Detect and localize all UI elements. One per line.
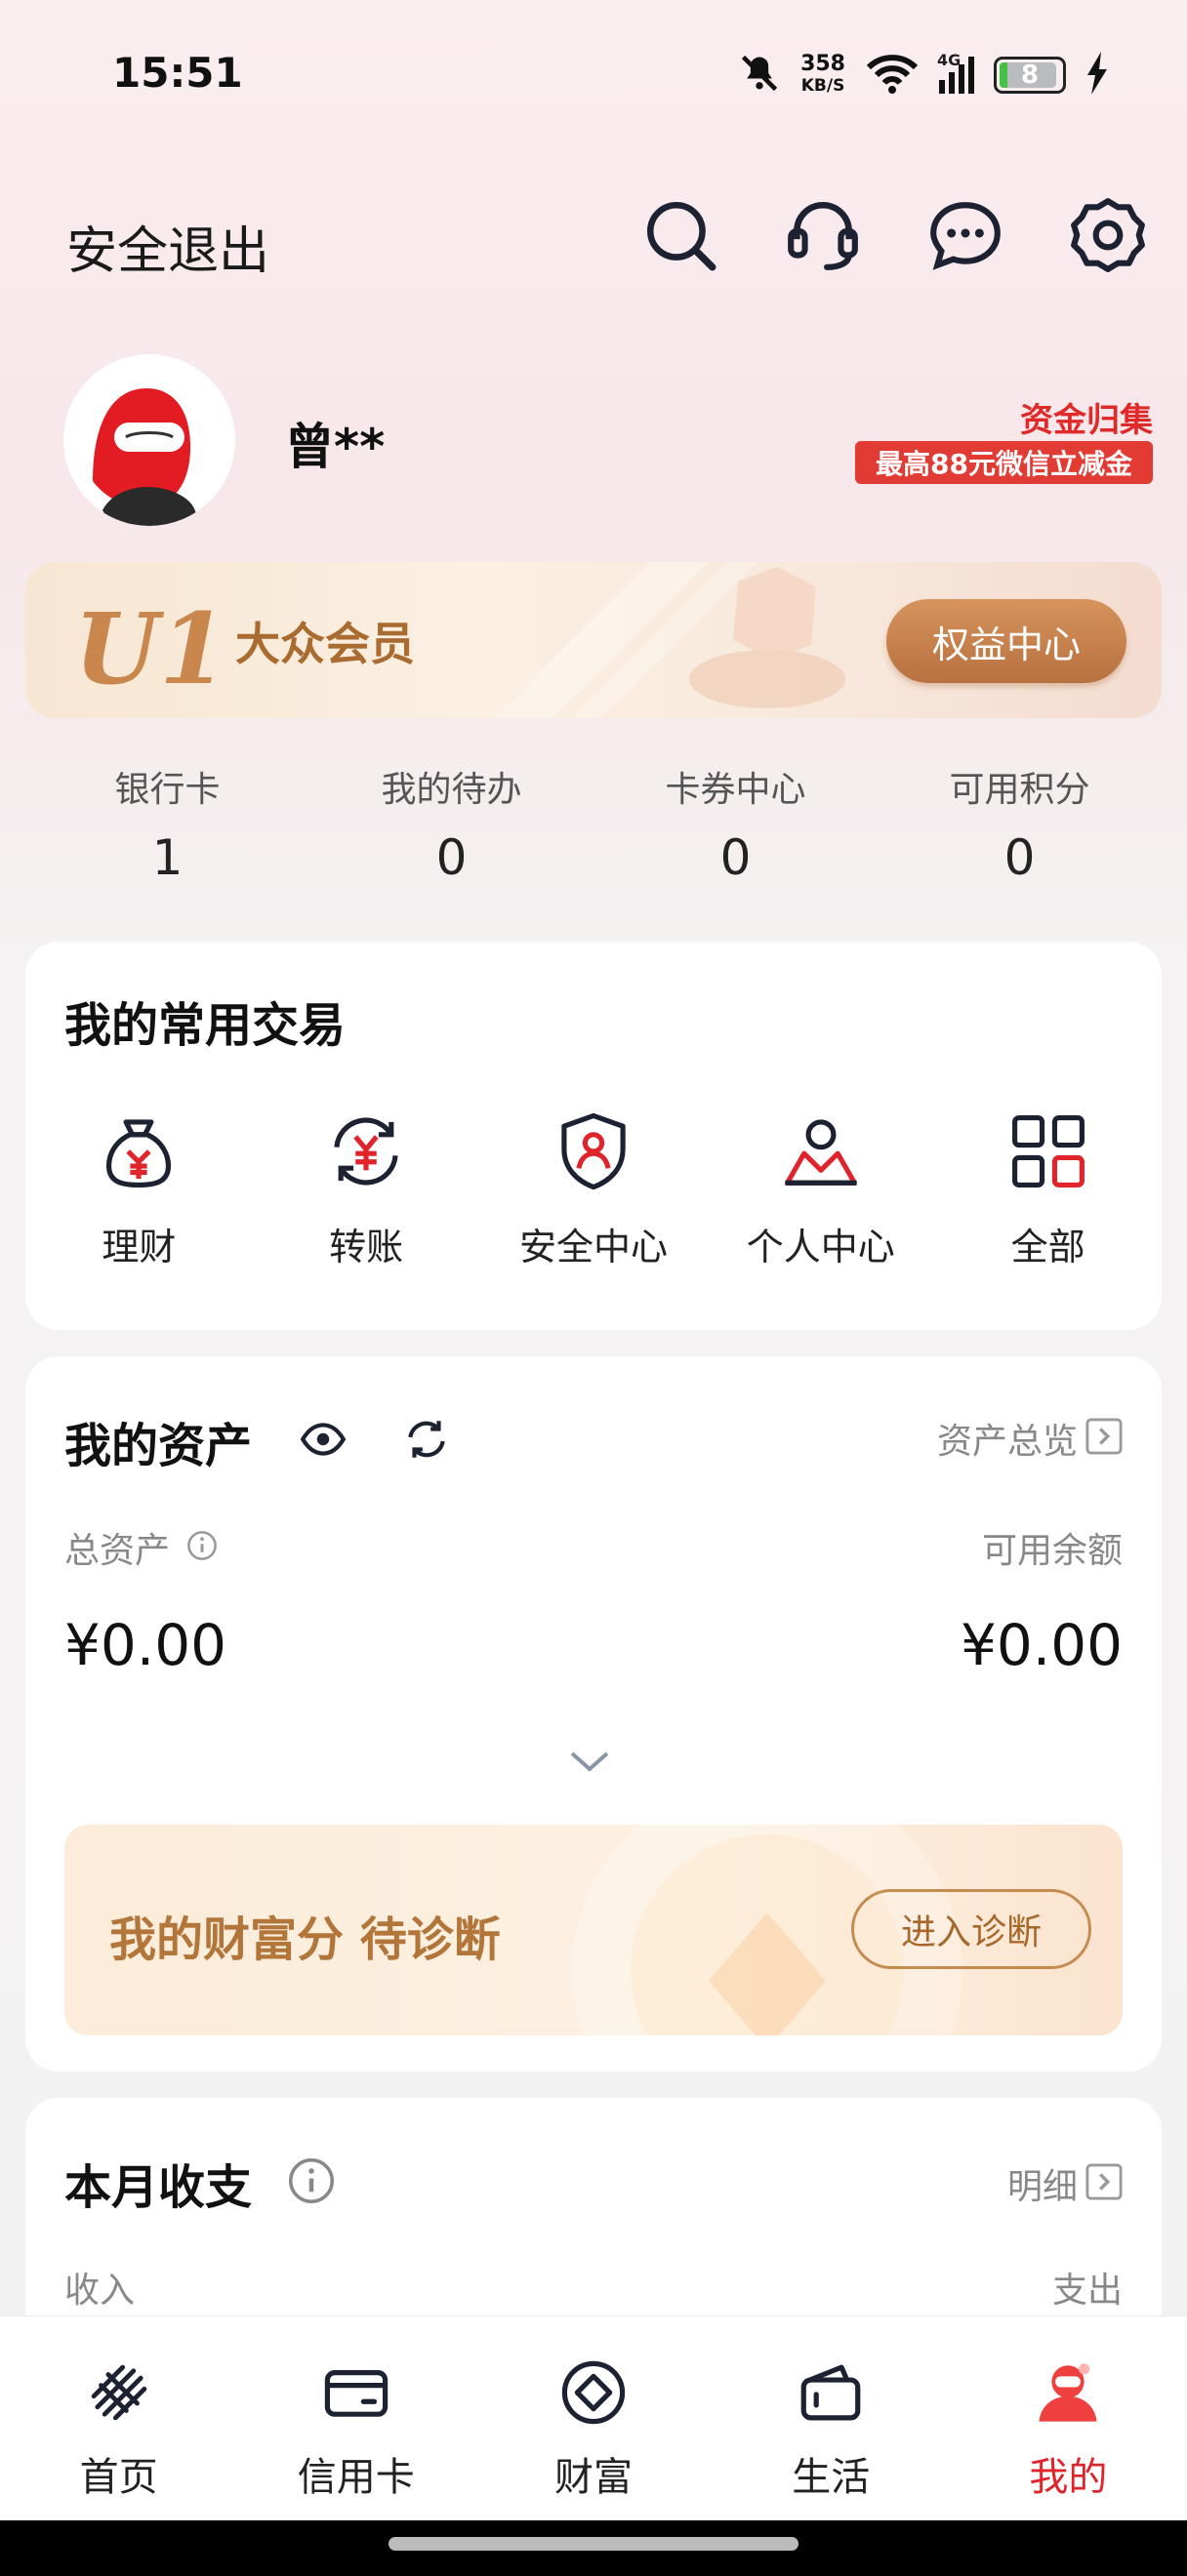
chevron-right-icon (1085, 2163, 1123, 2204)
tab-home[interactable]: 首页 (0, 2316, 237, 2520)
wallet-icon (792, 2354, 870, 2432)
net-speed-unit: KB/S (800, 76, 845, 96)
battery-level: 8 (1020, 60, 1040, 90)
total-assets-value: ¥0.00 (64, 1612, 227, 1678)
cell-signal-icon: 4G (937, 51, 974, 94)
bottom-tab-bar: 首页 信用卡 财富 生活 我的 (0, 2315, 1187, 2520)
chevron-right-icon (1085, 1418, 1123, 1459)
asset-overview-label: 资产总览 (936, 1422, 1078, 1462)
quick-item-label: 全部 (1010, 1226, 1085, 1268)
chevron-down-icon[interactable] (568, 1747, 611, 1780)
detail-link[interactable]: 明细 (1007, 2158, 1123, 2209)
tab-life[interactable]: 生活 (713, 2316, 950, 2520)
settings-icon[interactable] (1068, 195, 1148, 275)
quick-item-label: 个人中心 (746, 1226, 895, 1268)
wealth-score-banner[interactable]: 我的财富分 待诊断 进入诊断 (64, 1825, 1123, 2035)
tab-label: 我的 (1029, 2455, 1108, 2500)
quick-item-label: 转账 (329, 1226, 404, 1268)
member-name: 大众会员 (235, 618, 415, 670)
headset-icon[interactable] (783, 195, 863, 275)
stat-bank-cards[interactable]: 银行卡 1 (25, 761, 309, 886)
stat-label: 卡券中心 (665, 770, 806, 810)
stat-value: 0 (719, 829, 752, 886)
stat-todo[interactable]: 我的待办 0 (309, 761, 594, 886)
quick-item-label: 安全中心 (518, 1226, 668, 1268)
user-icon (1029, 2354, 1107, 2432)
total-assets-label: 总资产 (64, 1531, 171, 1571)
assets-title: 我的资产 (64, 1419, 253, 1473)
benefits-center-button[interactable]: 权益中心 (886, 599, 1126, 683)
shield-user-icon (550, 1107, 637, 1195)
info-icon[interactable] (287, 2156, 336, 2209)
message-icon[interactable] (925, 195, 1005, 275)
monthly-title-row: 本月收支 (64, 2149, 336, 2217)
money-bag-icon (95, 1107, 183, 1195)
available-balance-label: 可用余额 (981, 1531, 1123, 1571)
quick-title: 我的常用交易 (64, 998, 347, 1053)
quick-item-wealth[interactable]: 理财 (31, 1107, 246, 1270)
refresh-icon[interactable] (402, 1415, 451, 1468)
battery-icon: 8 (994, 57, 1066, 94)
home-indicator-bar[interactable] (389, 2537, 798, 2551)
tab-credit-card[interactable]: 信用卡 (237, 2316, 474, 2520)
available-balance-value: ¥0.00 (960, 1612, 1123, 1678)
quick-transactions-card: 我的常用交易 理财 转账 安全中心 个人中心 全部 (25, 942, 1162, 1330)
network-type: 4G (937, 51, 962, 69)
diagnose-button[interactable]: 进入诊断 (851, 1889, 1091, 1969)
assets-card: 我的资产 资产总览 总资产 可用余额 ¥0.00 ¥0.00 我的财富分 待诊断… (25, 1356, 1162, 2072)
member-level: U1 (74, 591, 227, 706)
mute-icon (738, 52, 781, 99)
quick-item-transfer[interactable]: 转账 (259, 1107, 473, 1270)
tab-label: 生活 (792, 2455, 871, 2500)
transfer-icon (322, 1107, 410, 1195)
info-icon[interactable] (185, 1529, 219, 1566)
charging-icon (1085, 52, 1109, 99)
logout-button[interactable]: 安全退出 (66, 210, 269, 283)
username: 曾** (285, 419, 386, 475)
stat-points[interactable]: 可用积分 0 (878, 761, 1162, 886)
credit-card-icon (317, 2354, 395, 2432)
quick-item-security[interactable]: 安全中心 (486, 1107, 701, 1270)
asset-overview-link[interactable]: 资产总览 (937, 1413, 1123, 1464)
wealth-score-text: 我的财富分 待诊断 (109, 1912, 501, 1967)
grid-icon (1004, 1107, 1092, 1195)
stat-label: 我的待办 (381, 770, 522, 810)
detail-label: 明细 (1006, 2167, 1078, 2207)
home-logo-icon (80, 2354, 158, 2432)
wifi-icon (865, 52, 920, 99)
tab-wealth[interactable]: 财富 (474, 2316, 712, 2520)
stat-value: 0 (1003, 829, 1036, 886)
promo-title: 资金归集 (1020, 401, 1153, 440)
net-speed: 358 KB/S (800, 54, 845, 97)
stat-label: 银行卡 (114, 770, 221, 810)
stat-coupons[interactable]: 卡券中心 0 (594, 761, 878, 886)
eye-icon[interactable] (299, 1415, 348, 1468)
status-time: 15:51 (112, 49, 243, 97)
quick-item-personal[interactable]: 个人中心 (714, 1107, 928, 1270)
avatar[interactable] (63, 354, 235, 526)
total-assets-label-row: 总资产 (64, 1522, 219, 1573)
stat-value: 0 (435, 829, 468, 886)
tab-label: 首页 (79, 2455, 158, 2500)
monthly-title: 本月收支 (64, 2160, 253, 2215)
status-icons: 358 KB/S 4G 8 (738, 51, 1109, 100)
promo-banner[interactable]: 资金归集 最高88元微信立减金 (855, 400, 1153, 488)
stat-label: 可用积分 (949, 770, 1090, 810)
quick-item-all[interactable]: 全部 (941, 1107, 1156, 1270)
income-label: 收入 (64, 2271, 136, 2311)
diamond-icon (554, 2354, 633, 2432)
person-icon (777, 1107, 865, 1195)
promo-subtitle: 最高88元微信立减金 (855, 441, 1153, 484)
quick-item-label: 理财 (102, 1226, 177, 1268)
membership-banner[interactable]: U1 大众会员 权益中心 (25, 562, 1162, 718)
stat-value: 1 (151, 829, 184, 886)
expense-label: 支出 (1051, 2271, 1123, 2311)
tab-mine[interactable]: 我的 (950, 2316, 1187, 2520)
header-icons (640, 195, 1148, 275)
tab-label: 财富 (554, 2455, 633, 2500)
net-speed-value: 358 (800, 52, 845, 76)
stats-row: 银行卡 1 我的待办 0 卡券中心 0 可用积分 0 (25, 761, 1162, 886)
tab-label: 信用卡 (297, 2455, 415, 2500)
search-icon[interactable] (640, 195, 720, 275)
